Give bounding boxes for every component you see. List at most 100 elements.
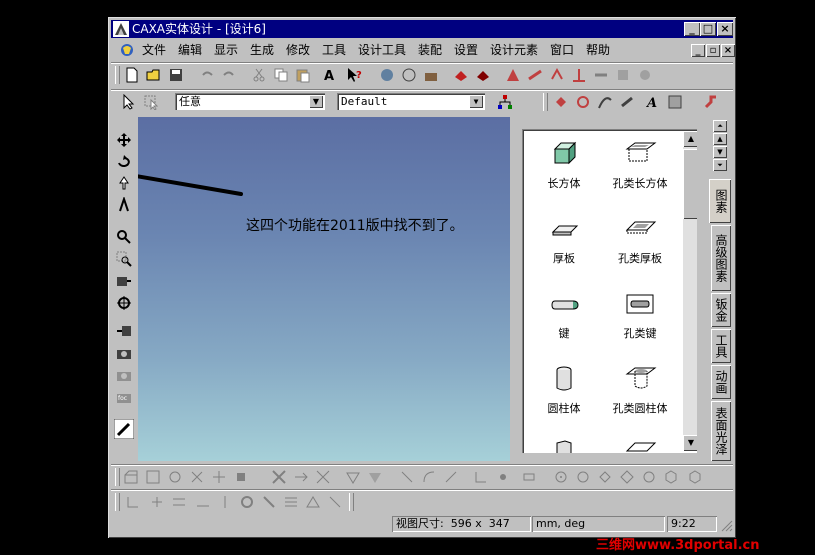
toolbar-grip[interactable]: [543, 93, 548, 111]
paste-icon[interactable]: [295, 67, 311, 83]
btool-23-icon[interactable]: [663, 469, 679, 485]
btool-24-icon[interactable]: [687, 469, 703, 485]
close-button[interactable]: ×: [717, 22, 733, 36]
catalog-item[interactable]: 孔类长方体: [598, 139, 682, 209]
image-icon[interactable]: [667, 94, 683, 110]
cut-icon[interactable]: [251, 67, 267, 83]
menu-design-tools[interactable]: 设计工具: [358, 42, 406, 58]
btool-6-icon[interactable]: [233, 469, 249, 485]
tab-animation[interactable]: 动画: [711, 365, 731, 399]
toolbar-grip[interactable]: [115, 468, 120, 486]
mdi-restore-button[interactable]: ▫: [706, 44, 720, 57]
tool-f-icon[interactable]: [615, 67, 631, 83]
maximize-button[interactable]: □: [700, 22, 716, 36]
catalog-item[interactable]: 孔类厚板: [598, 214, 682, 284]
stool-5-icon[interactable]: [217, 494, 233, 510]
btool-5-icon[interactable]: [211, 469, 227, 485]
tab-tools[interactable]: 工具: [711, 329, 731, 363]
toolbar-grip[interactable]: [115, 66, 120, 84]
camera-dim-icon[interactable]: [116, 367, 132, 383]
btool-21-icon[interactable]: [619, 469, 635, 485]
stool-2-icon[interactable]: [149, 494, 165, 510]
menu-assembly[interactable]: 装配: [418, 42, 442, 58]
tool-a-icon[interactable]: [505, 67, 521, 83]
menu-tools[interactable]: 工具: [322, 42, 346, 58]
tab-advanced-primitives[interactable]: 高级图素: [711, 225, 731, 291]
material-icon[interactable]: [423, 67, 439, 83]
zoom-icon[interactable]: [116, 229, 132, 245]
sweep-icon[interactable]: [597, 94, 613, 110]
stool-10-icon[interactable]: [327, 494, 343, 510]
view-pointer-icon[interactable]: [116, 323, 132, 339]
filter-select[interactable]: 任意 ▼: [175, 93, 325, 110]
render-sphere-icon[interactable]: [379, 67, 395, 83]
tab-nav-down-button[interactable]: ▼: [713, 146, 727, 158]
edit-pencil-icon[interactable]: [114, 419, 134, 439]
extrude-icon[interactable]: [553, 94, 569, 110]
tab-nav-first-button[interactable]: ⏶: [713, 120, 727, 132]
toolbar-grip[interactable]: [349, 493, 354, 511]
mdi-minimize-button[interactable]: _: [691, 44, 705, 57]
btool-11-icon[interactable]: [367, 469, 383, 485]
style-select[interactable]: Default ▼: [337, 93, 485, 110]
minimize-button[interactable]: _: [684, 22, 700, 36]
help-pointer-icon[interactable]: ?: [347, 67, 363, 83]
document-icon[interactable]: [119, 42, 135, 58]
catalog-list[interactable]: 长方体 孔类长方体 厚板 孔类厚板 键 孔类键 圆柱体 孔类圆柱体 ▲ ▼: [522, 129, 697, 453]
target-icon[interactable]: [116, 295, 132, 311]
walk-icon[interactable]: [116, 197, 132, 213]
render-wire-icon[interactable]: [401, 67, 417, 83]
scroll-thumb[interactable]: [683, 149, 697, 219]
btool-14-icon[interactable]: [443, 469, 459, 485]
tab-primitives[interactable]: 图素: [709, 179, 731, 223]
tool-c-icon[interactable]: [549, 67, 565, 83]
revolve-icon[interactable]: [575, 94, 591, 110]
catalog-scrollbar[interactable]: ▲ ▼: [683, 131, 697, 451]
arrow-tool-icon[interactable]: [703, 94, 719, 110]
stool-9-icon[interactable]: [305, 494, 321, 510]
btool-20-icon[interactable]: [597, 469, 613, 485]
btool-17-icon[interactable]: [521, 469, 537, 485]
catalog-item[interactable]: 键: [522, 289, 606, 359]
menu-generate[interactable]: 生成: [250, 42, 274, 58]
catalog-item[interactable]: 长方体: [522, 139, 606, 209]
tab-sheet-metal[interactable]: 钣金: [711, 293, 731, 327]
toolbar-grip[interactable]: [115, 493, 120, 511]
title-bar[interactable]: CAXA实体设计 - [设计6] _ □ ×: [111, 20, 733, 38]
app-icon[interactable]: [113, 21, 129, 37]
catalog-item[interactable]: 圆柱体: [522, 364, 606, 434]
btool-2-icon[interactable]: [145, 469, 161, 485]
menu-window[interactable]: 窗口: [550, 42, 574, 58]
stool-8-icon[interactable]: [283, 494, 299, 510]
tool-e-icon[interactable]: [593, 67, 609, 83]
pointer-icon[interactable]: [121, 94, 137, 110]
btool-10-icon[interactable]: [345, 469, 361, 485]
tool-d-icon[interactable]: [571, 67, 587, 83]
btool-9-icon[interactable]: [315, 469, 331, 485]
btool-8-icon[interactable]: [293, 469, 309, 485]
btool-4-icon[interactable]: [189, 469, 205, 485]
stool-3-icon[interactable]: [171, 494, 187, 510]
zoom-window-icon[interactable]: [116, 251, 132, 267]
stool-4-icon[interactable]: [195, 494, 211, 510]
menu-edit[interactable]: 编辑: [178, 42, 202, 58]
catalog-item[interactable]: [598, 439, 682, 453]
catalog-item[interactable]: 孔类键: [598, 289, 682, 359]
catalog-item[interactable]: 孔类圆柱体: [598, 364, 682, 434]
tab-nav-up-button[interactable]: ▲: [713, 133, 727, 145]
stool-1-icon[interactable]: [125, 494, 141, 510]
open-folder-icon[interactable]: [146, 67, 162, 83]
menu-help[interactable]: 帮助: [586, 42, 610, 58]
save-icon[interactable]: [168, 67, 184, 83]
catalog-item[interactable]: 厚板: [522, 214, 606, 284]
camera-icon[interactable]: [116, 345, 132, 361]
rotate-icon[interactable]: [116, 153, 132, 169]
tab-surface-finish[interactable]: 表面光泽: [711, 401, 731, 461]
chevron-down-icon[interactable]: ▼: [309, 95, 323, 108]
scroll-down-button[interactable]: ▼: [683, 435, 697, 451]
btool-1-icon[interactable]: [123, 469, 139, 485]
redo-icon[interactable]: [221, 67, 237, 83]
stool-7-icon[interactable]: [261, 494, 277, 510]
menu-settings[interactable]: 设置: [454, 42, 478, 58]
pan-icon[interactable]: [116, 132, 132, 148]
